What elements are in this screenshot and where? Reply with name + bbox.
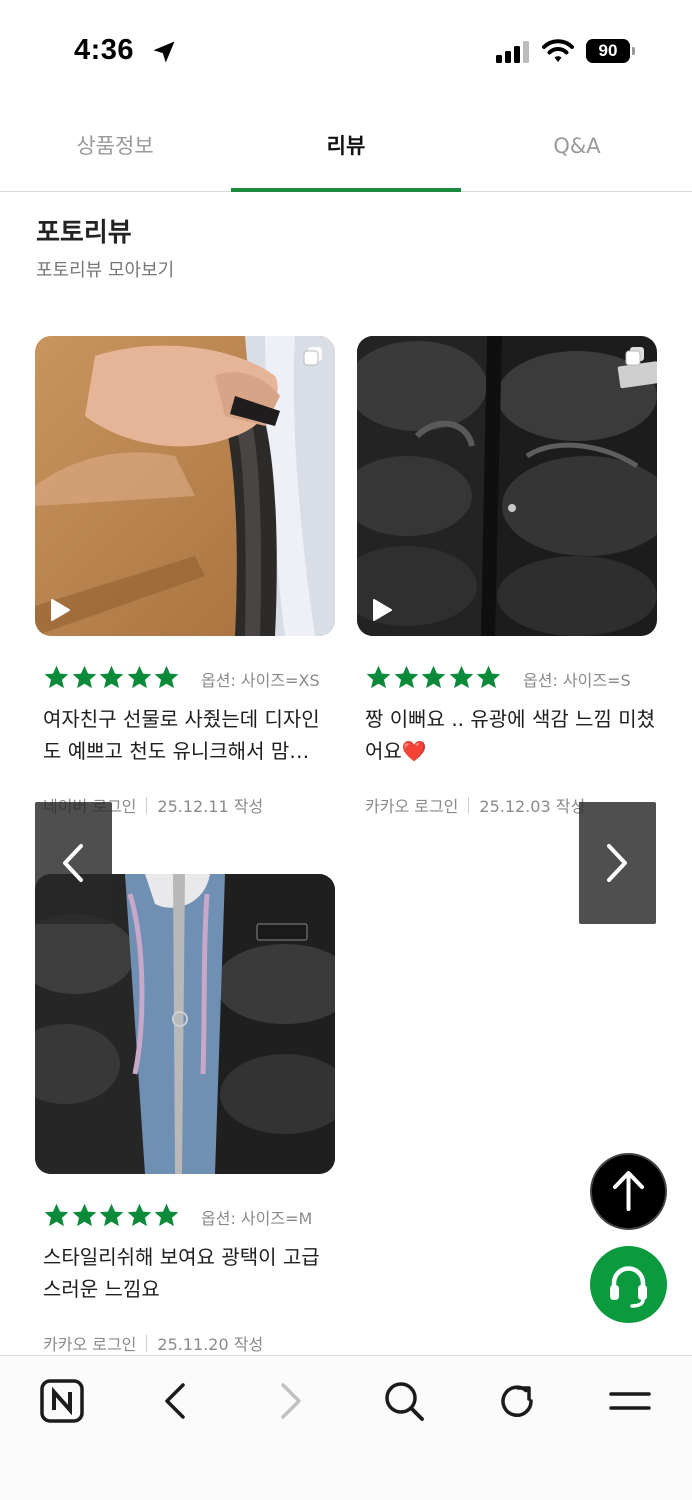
battery-indicator: 90 bbox=[586, 39, 630, 63]
star-icon bbox=[421, 665, 446, 689]
review-photo bbox=[357, 336, 657, 636]
star-icon bbox=[127, 665, 151, 689]
location-arrow-icon bbox=[153, 41, 175, 63]
search-icon[interactable] bbox=[381, 1378, 427, 1424]
star-icon bbox=[154, 1203, 179, 1227]
menu-icon[interactable] bbox=[607, 1378, 653, 1424]
chevron-right-icon bbox=[607, 844, 627, 882]
tab-reviews[interactable]: 리뷰 bbox=[231, 110, 461, 192]
review-thumbnail[interactable] bbox=[357, 336, 657, 636]
star-rating bbox=[43, 1202, 181, 1230]
wifi-icon bbox=[542, 39, 574, 62]
divider bbox=[146, 1335, 148, 1352]
tab-qna[interactable]: Q&A bbox=[462, 110, 692, 192]
star-icon bbox=[44, 1203, 69, 1227]
review-date: 25.12.11 작성 bbox=[157, 797, 264, 816]
review-option: 옵션: 사이즈=S bbox=[523, 671, 631, 690]
star-rating bbox=[365, 664, 503, 692]
star-rating bbox=[43, 664, 181, 692]
back-icon[interactable] bbox=[153, 1378, 199, 1424]
multiple-photos-icon bbox=[625, 347, 644, 366]
review-date: 25.12.03 작성 bbox=[479, 797, 586, 816]
star-icon bbox=[154, 665, 179, 689]
review-meta: 카카오 로그인 25.12.03 작성 bbox=[365, 793, 585, 817]
review-text: 여자친구 선물로 사줬는데 디자인도 예쁘고 천도 유니크해서 맘… bbox=[43, 707, 320, 763]
review-thumbnail[interactable] bbox=[35, 336, 335, 636]
rating-row: 옵션: 사이즈=M bbox=[43, 1202, 335, 1232]
video-play-icon bbox=[51, 599, 70, 621]
rating-row: 옵션: 사이즈=S bbox=[365, 664, 657, 694]
review-date: 25.11.20 작성 bbox=[157, 1335, 264, 1354]
review-option: 옵션: 사이즈=XS bbox=[201, 671, 320, 690]
star-icon bbox=[44, 665, 69, 689]
reviewer-login: 카카오 로그인 bbox=[43, 1335, 137, 1354]
arrow-up-icon bbox=[613, 1171, 644, 1211]
star-icon bbox=[99, 665, 124, 689]
star-icon bbox=[394, 665, 418, 689]
review-text: 스타일리쉬해 보여요 광택이 고급스러운 느낌요 bbox=[43, 1245, 320, 1301]
battery-tip bbox=[632, 47, 635, 55]
product-tabs: 상품정보 리뷰 Q&A bbox=[0, 110, 692, 192]
reload-icon[interactable] bbox=[494, 1378, 540, 1424]
star-icon bbox=[72, 665, 96, 689]
customer-support-button[interactable] bbox=[590, 1246, 667, 1323]
star-icon bbox=[476, 665, 501, 689]
cellular-signal-icon bbox=[496, 41, 529, 63]
section-title: 포토리뷰 bbox=[36, 218, 132, 248]
carousel-next-button[interactable] bbox=[579, 802, 656, 924]
scroll-to-top-button[interactable] bbox=[590, 1153, 667, 1230]
multiple-photos-icon bbox=[303, 347, 322, 366]
star-icon bbox=[72, 1203, 96, 1227]
status-time: 4:36 bbox=[74, 34, 135, 66]
review-meta: 카카오 로그인 25.11.20 작성 bbox=[43, 1331, 263, 1355]
reviewer-login: 카카오 로그인 bbox=[365, 797, 459, 816]
star-icon bbox=[449, 665, 473, 689]
divider bbox=[146, 797, 148, 814]
carousel-prev-button[interactable] bbox=[35, 802, 112, 924]
browser-toolbar bbox=[0, 1355, 692, 1500]
battery-level: 90 bbox=[598, 41, 618, 60]
star-icon bbox=[366, 665, 391, 689]
review-option: 옵션: 사이즈=M bbox=[201, 1209, 313, 1228]
star-icon bbox=[99, 1203, 124, 1227]
forward-icon[interactable] bbox=[267, 1378, 313, 1424]
naver-home-icon[interactable] bbox=[39, 1378, 85, 1424]
active-tab-indicator bbox=[231, 188, 461, 192]
view-all-photo-reviews-link[interactable]: 포토리뷰 모아보기 bbox=[36, 256, 174, 282]
headset-icon bbox=[610, 1266, 647, 1308]
divider bbox=[468, 797, 470, 814]
video-play-icon bbox=[373, 599, 392, 621]
review-text: 짱 이뻐요 .. 유광에 색감 느낌 미쳤어요❤️ bbox=[365, 707, 656, 763]
rating-row: 옵션: 사이즈=XS bbox=[43, 664, 335, 694]
chevron-left-icon bbox=[63, 844, 83, 882]
status-bar: 4:36 90 bbox=[0, 0, 692, 100]
tab-product-info[interactable]: 상품정보 bbox=[0, 110, 230, 192]
review-photo bbox=[35, 336, 335, 636]
star-icon bbox=[127, 1203, 151, 1227]
